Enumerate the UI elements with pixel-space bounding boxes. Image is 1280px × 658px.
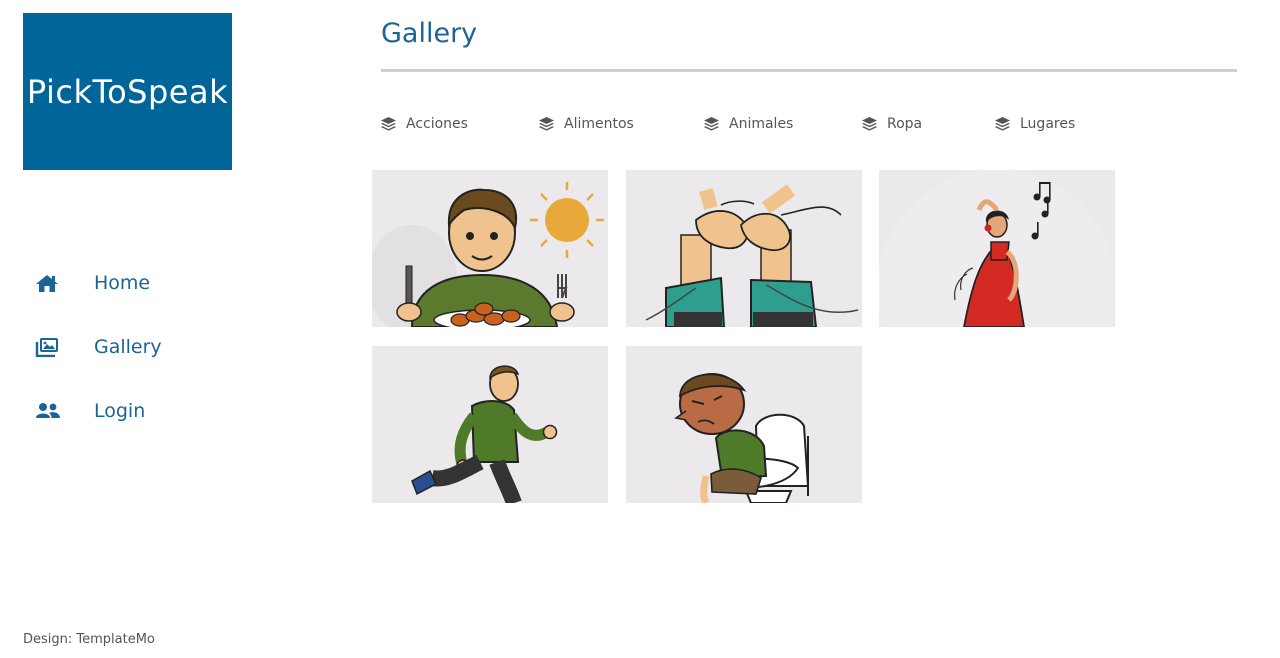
boy-eating-icon [372,182,604,327]
filter-lugares[interactable]: Lugares [995,113,1075,135]
filter-label: Lugares [1020,116,1076,132]
filter-acciones[interactable]: Acciones [381,113,468,135]
gallery-image-tying-shoes[interactable] [626,170,862,327]
nav-item-gallery[interactable]: Gallery [35,332,162,362]
gallery-image-dancing[interactable] [879,170,1115,327]
gallery-image-eating[interactable] [372,170,608,327]
filter-ropa[interactable]: Ropa [862,113,922,135]
brand-logo[interactable]: PickToSpeak [23,13,232,170]
nav-label-gallery: Gallery [94,336,162,358]
filter-animales[interactable]: Animales [704,113,793,135]
nav-item-home[interactable]: Home [35,268,150,298]
brand-logo-text: PickToSpeak [26,72,229,111]
gallery-image-toilet[interactable] [626,346,862,503]
running-boy-icon [411,365,558,503]
tying-shoes-icon [645,184,859,327]
filter-label: Ropa [887,116,923,132]
gallery-image-running[interactable] [372,346,608,503]
filter-label: Animales [729,116,794,132]
boy-on-toilet-icon [674,373,810,503]
filter-label: Alimentos [564,116,634,132]
layers-icon [862,117,878,131]
nav-label-home: Home [94,272,151,294]
images-icon [35,337,61,357]
filter-alimentos[interactable]: Alimentos [539,113,634,135]
users-icon [35,401,61,421]
layers-icon [539,117,555,131]
title-divider [381,69,1237,72]
nav-label-login: Login [94,400,146,422]
nav-item-login[interactable]: Login [35,396,145,426]
home-icon [35,273,61,293]
footer-credit: Design: TemplateMo [23,632,155,647]
dancing-woman-icon [879,170,1115,327]
layers-icon [995,117,1011,131]
page-title: Gallery [381,18,478,49]
filter-label: Acciones [406,116,468,132]
layers-icon [381,117,397,131]
layers-icon [704,117,720,131]
